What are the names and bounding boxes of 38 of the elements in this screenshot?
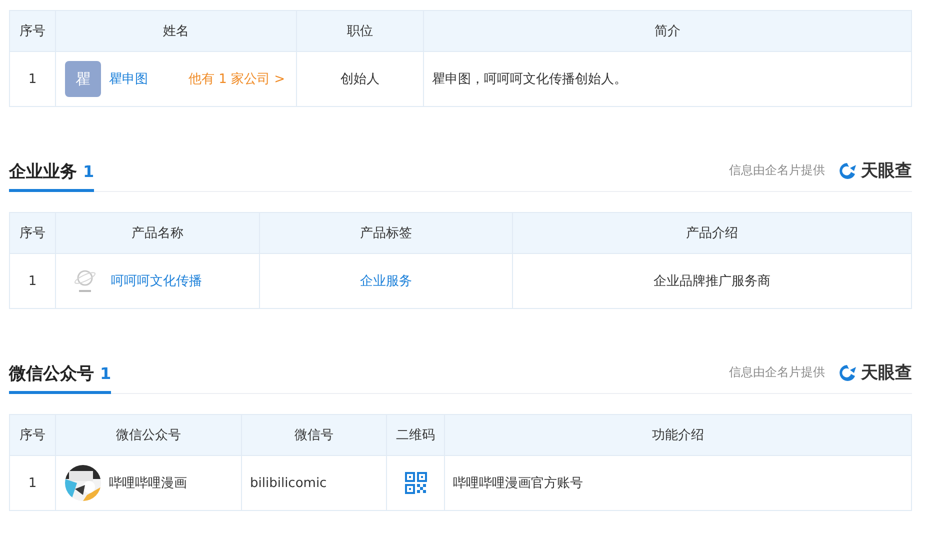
section-title: 微信公众号 [9, 363, 94, 385]
table-cell: 1 [10, 254, 56, 308]
table-cell: 瞿申图，呵呵呵文化传播创始人。 [424, 52, 912, 106]
person-link[interactable]: 瞿申图 [109, 70, 148, 88]
column-header: 姓名 [56, 10, 296, 52]
column-header: 功能介绍 [444, 414, 912, 456]
avatar: 瞿 [65, 61, 101, 97]
column-header: 微信公众号 [56, 414, 242, 456]
table-cell: 1 [10, 456, 56, 510]
product-link[interactable]: 呵呵呵文化传播 [111, 272, 202, 290]
table-cell: 1 [10, 52, 56, 106]
column-header: 微信号 [242, 414, 386, 456]
swirl-logo-icon [837, 162, 857, 180]
brand-logo-text: 天眼查 [861, 362, 912, 384]
column-header: 产品名称 [56, 212, 260, 254]
section-count: 1 [100, 364, 112, 383]
column-header: 序号 [10, 212, 56, 254]
account-name: 哔哩哔哩漫画 [109, 475, 187, 492]
column-header: 序号 [10, 414, 56, 456]
column-header: 简介 [424, 10, 912, 52]
swirl-logo-icon [837, 364, 857, 382]
section-count: 1 [83, 162, 94, 181]
table-cell: bilibilicomic [242, 456, 386, 510]
companies-link[interactable]: 他有 1 家公司 > [188, 70, 285, 88]
source-note: 信息由企名片提供 [729, 364, 825, 381]
brand-logo-text: 天眼查 [861, 160, 912, 182]
column-header: 产品介绍 [512, 212, 912, 254]
column-header: 序号 [10, 10, 56, 52]
qr-code-icon[interactable] [404, 472, 426, 494]
section-title: 企业业务 [9, 161, 77, 183]
column-header: 产品标签 [260, 212, 512, 254]
table-cell: 哔哩哔哩漫画官方账号 [444, 456, 912, 510]
column-header: 职位 [296, 10, 424, 52]
column-header: 二维码 [386, 414, 444, 456]
table-cell: 创始人 [296, 52, 424, 106]
tag-link[interactable]: 企业服务 [360, 274, 412, 289]
table-cell: 企业品牌推广服务商 [512, 254, 912, 308]
source-note: 信息由企名片提供 [729, 162, 825, 179]
